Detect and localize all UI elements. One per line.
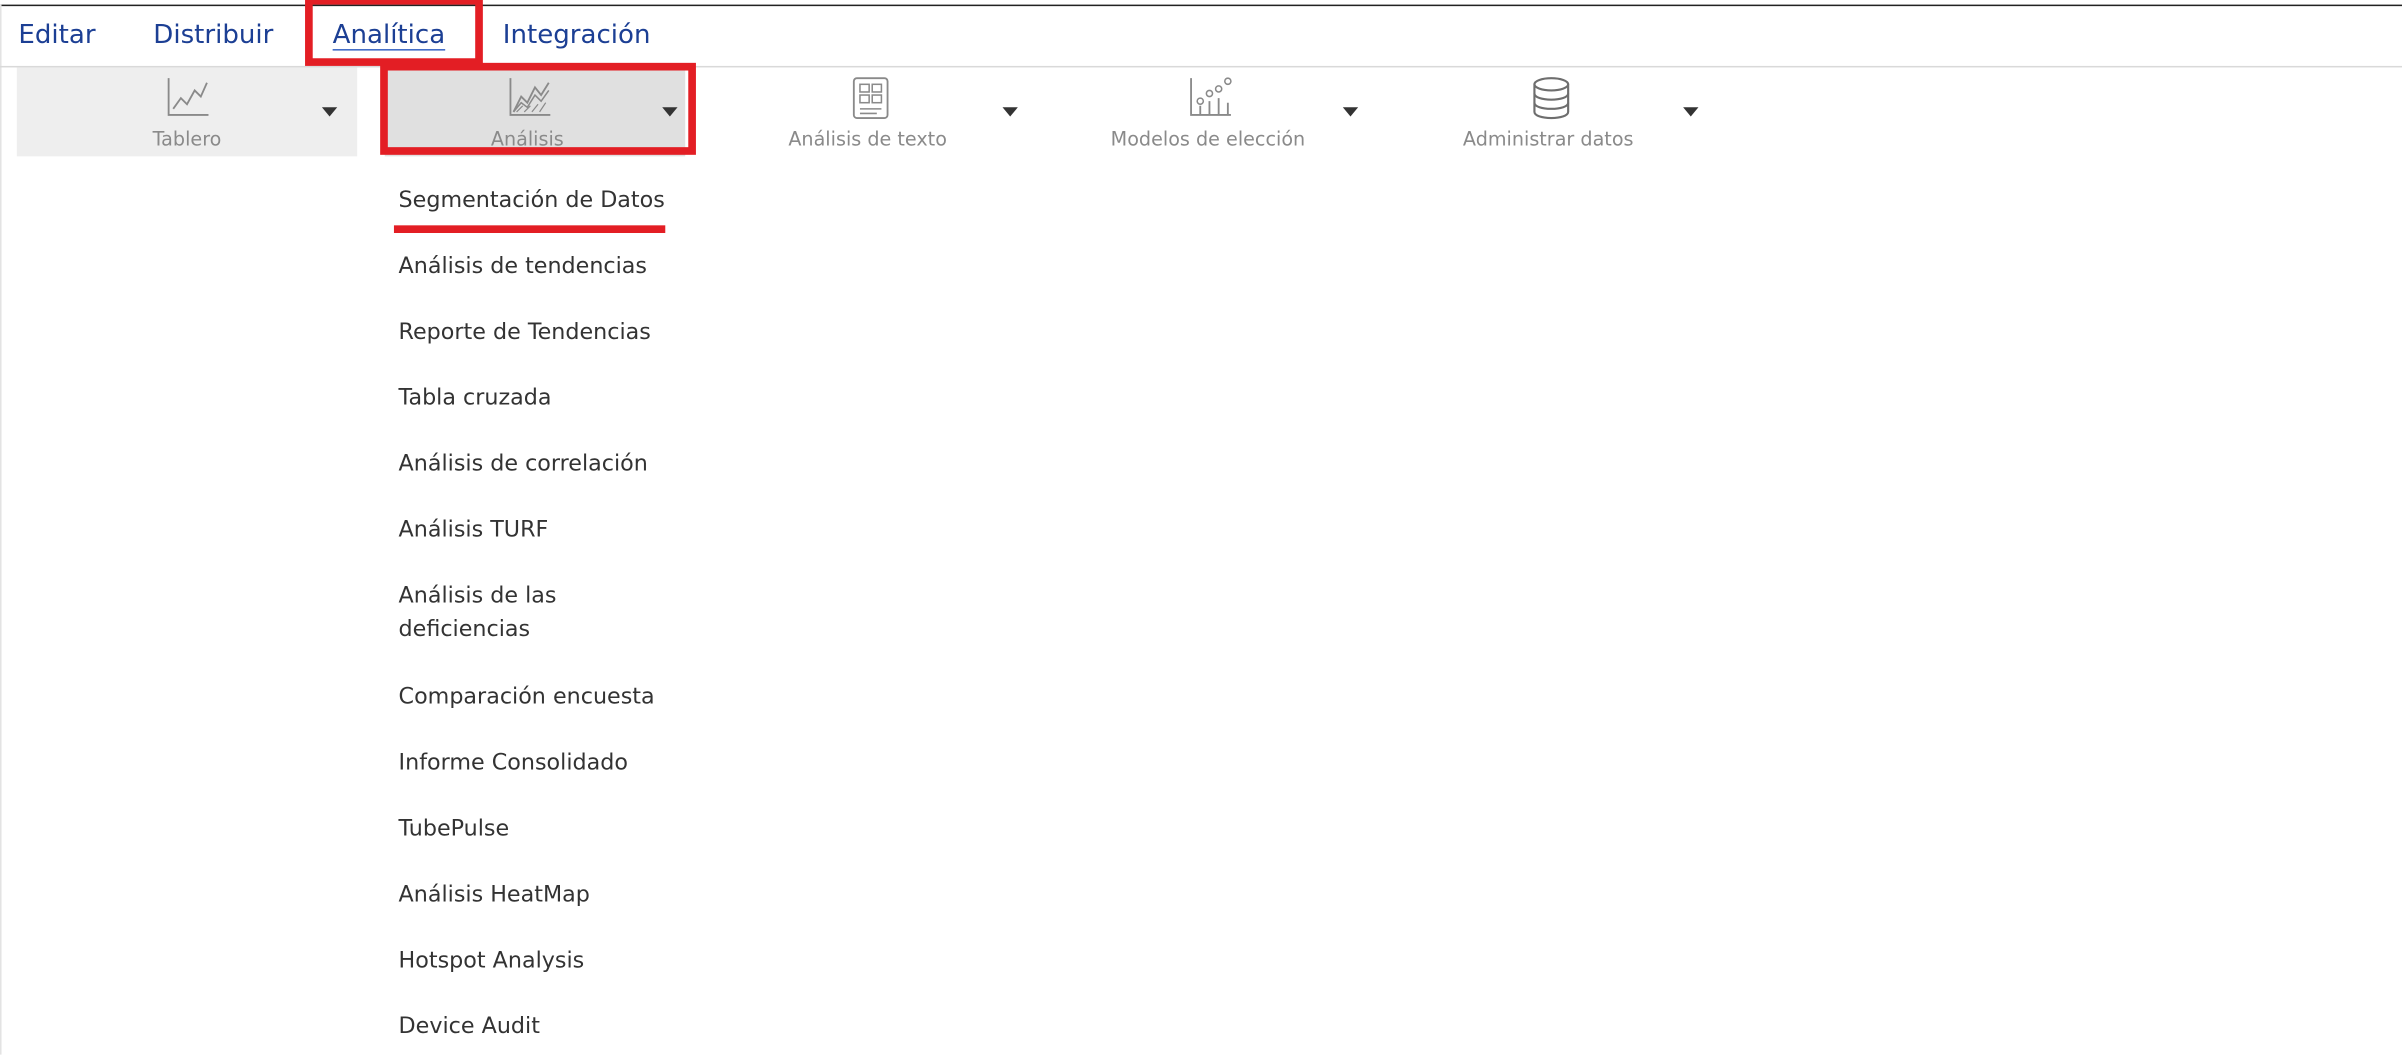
menu-item-deficiencias[interactable]: Análisis de las deficiencias [399, 579, 629, 646]
text-document-icon [852, 77, 889, 119]
tool-tablero[interactable]: Tablero [16, 67, 358, 157]
tab-label: Editar [18, 19, 96, 51]
database-icon [1533, 77, 1570, 120]
chevron-down-icon[interactable] [321, 107, 338, 117]
menu-item-heatmap[interactable]: Análisis HeatMap [399, 878, 690, 912]
tool-label: Administrar datos [1462, 127, 1634, 151]
tool-analisis-texto[interactable]: Análisis de texto [720, 67, 1042, 156]
scatter-bar-icon [1190, 77, 1232, 116]
menu-item-correlacion[interactable]: Análisis de correlación [399, 448, 690, 482]
menu-item-device-audit[interactable]: Device Audit [399, 1010, 690, 1044]
app-window: Editar Distribuir Analítica Integración … [0, 0, 2402, 1055]
tab-distribuir[interactable]: Distribuir [153, 20, 273, 51]
highlight-underline-segmentacion [393, 225, 666, 234]
menu-item-analisis-tendencias[interactable]: Análisis de tendencias [399, 250, 690, 284]
menu-item-turf[interactable]: Análisis TURF [399, 514, 690, 548]
line-chart-icon [167, 78, 209, 116]
highlight-box-analisis [380, 62, 696, 155]
tab-editar[interactable]: Editar [18, 20, 95, 51]
tool-label: Tablero [152, 127, 222, 151]
tab-label: Integración [502, 19, 651, 51]
tool-modelos-eleccion[interactable]: Modelos de elección [1061, 67, 1383, 156]
menu-item-segmentacion[interactable]: Segmentación de Datos [399, 184, 690, 218]
window-left-border [0, 4, 2, 1055]
menu-item-hotspot[interactable]: Hotspot Analysis [399, 944, 690, 978]
menu-item-informe-consolidado[interactable]: Informe Consolidado [399, 747, 690, 781]
menu-item-tabla-cruzada[interactable]: Tabla cruzada [399, 382, 690, 416]
chevron-down-icon[interactable] [1683, 107, 1699, 117]
tool-administrar-datos[interactable]: Administrar datos [1401, 67, 1723, 156]
chevron-down-icon[interactable] [1342, 107, 1359, 117]
menu-item-tubepulse[interactable]: TubePulse [399, 812, 690, 846]
tool-label: Modelos de elección [1110, 127, 1306, 151]
highlight-box-analitica [305, 0, 483, 66]
menu-item-comparacion-encuesta[interactable]: Comparación encuesta [399, 681, 690, 715]
chevron-down-icon[interactable] [1002, 107, 1018, 117]
tool-label: Análisis de texto [788, 127, 947, 151]
tab-label: Distribuir [153, 19, 274, 51]
menu-item-reporte-tendencias[interactable]: Reporte de Tendencias [399, 316, 690, 350]
tab-integracion[interactable]: Integración [503, 20, 651, 51]
